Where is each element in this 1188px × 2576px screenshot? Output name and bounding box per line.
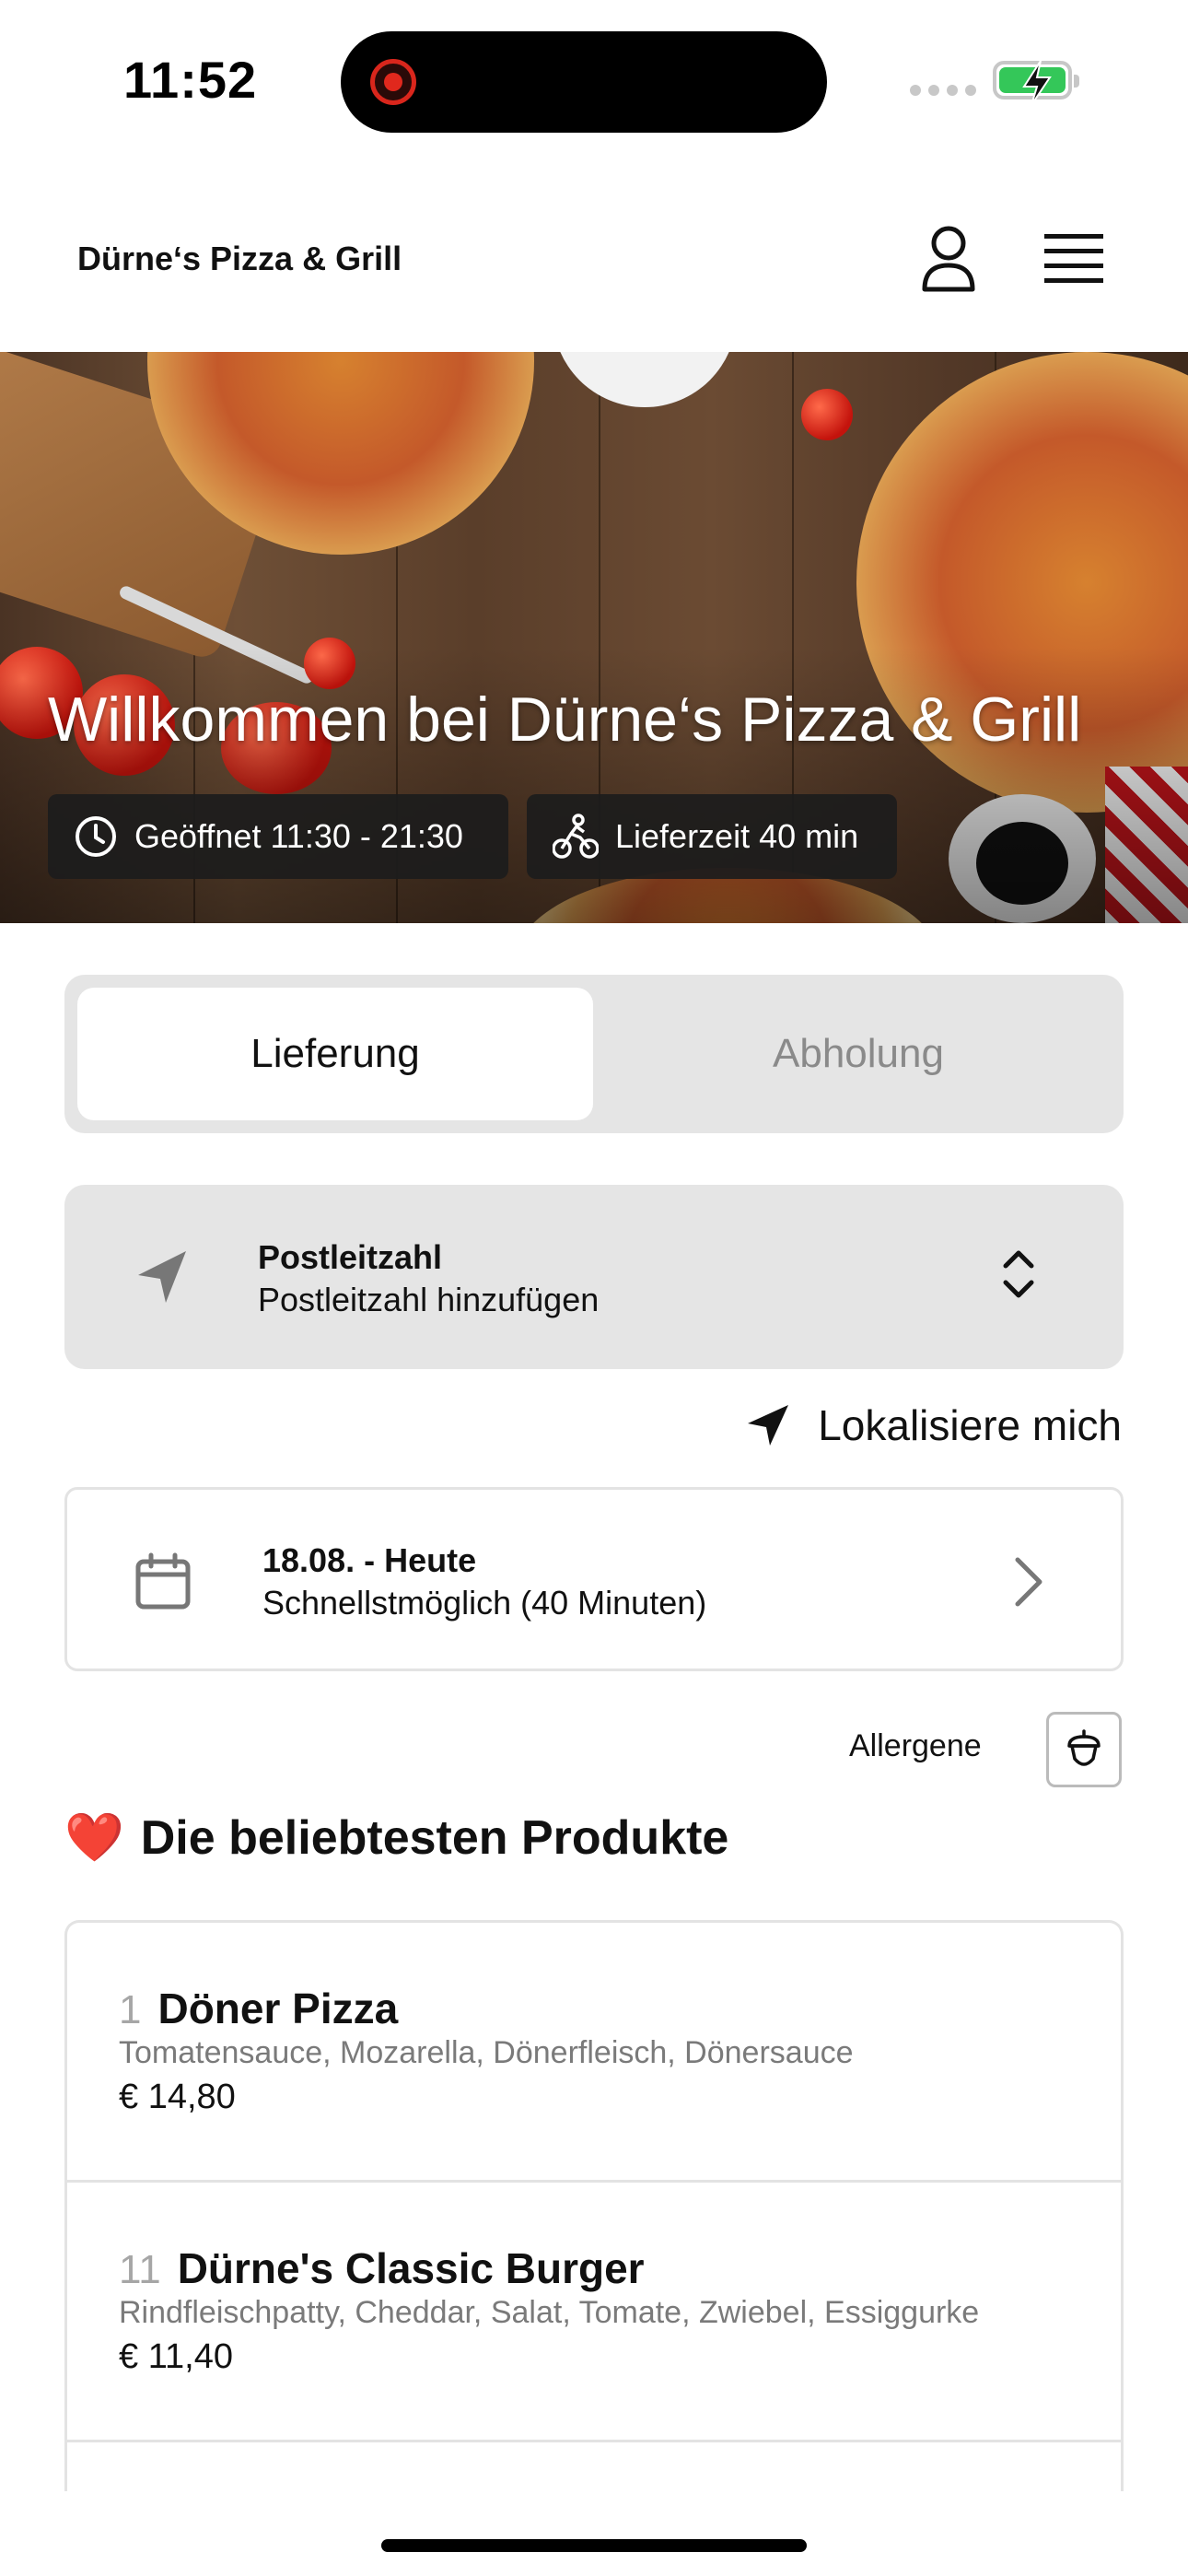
product-description: Tomatensauce, Mozarella, Dönerfleisch, D… <box>119 2035 854 2070</box>
product-price: € 11,40 <box>119 2337 233 2376</box>
product-number: 11 <box>119 2247 161 2292</box>
heart-icon: ❤️ <box>64 1811 124 1865</box>
home-indicator[interactable] <box>381 2539 807 2552</box>
status-bar: 11:52 <box>0 0 1188 157</box>
product-price: € 14,80 <box>119 2078 236 2116</box>
locate-me-button[interactable]: Lokalisiere mich <box>746 1400 1122 1450</box>
postal-code-label: Postleitzahl <box>258 1238 443 1276</box>
chevron-up-down-icon <box>1003 1250 1034 1298</box>
product-name: Döner Pizza <box>157 1985 399 2032</box>
delivery-date: 18.08. - Heute <box>262 1541 477 1579</box>
locate-me-label: Lokalisiere mich <box>818 1401 1122 1449</box>
bicycle-rider-icon <box>553 814 599 859</box>
postal-code-placeholder: Postleitzahl hinzufügen <box>258 1281 600 1318</box>
allergene-button[interactable] <box>1046 1712 1122 1787</box>
recording-indicator-icon <box>370 59 416 105</box>
status-time: 11:52 <box>123 51 258 109</box>
calendar-icon <box>135 1552 191 1610</box>
order-mode-toggle: Lieferung Abholung <box>64 975 1124 1133</box>
opening-hours-badge: Geöffnet 11:30 - 21:30 <box>48 794 508 879</box>
hamburger-menu-icon[interactable] <box>1044 232 1103 284</box>
product-name: Dürne's Classic Burger <box>177 2244 645 2292</box>
product-card[interactable]: 11 Dürne's Classic Burger Rindfleischpat… <box>67 2183 1121 2442</box>
tab-delivery[interactable]: Lieferung <box>77 988 593 1120</box>
delivery-time-selector[interactable]: 18.08. - Heute Schnellstmöglich (40 Minu… <box>64 1487 1124 1671</box>
location-arrow-icon <box>138 1251 186 1303</box>
tab-pickup[interactable]: Abholung <box>606 988 1111 1120</box>
acorn-icon <box>1067 1729 1101 1766</box>
product-description: Rindfleischpatty, Cheddar, Salat, Tomate… <box>119 2295 980 2330</box>
popular-products-heading: ❤️ Die beliebtesten Produkte <box>64 1809 728 1866</box>
product-number: 1 <box>119 1987 142 2032</box>
chevron-right-icon <box>1015 1557 1042 1607</box>
user-account-icon[interactable] <box>919 225 978 293</box>
hero-title: Willkommen bei Dürne‘s Pizza & Grill <box>48 685 1082 755</box>
battery-charging-icon <box>993 60 1079 106</box>
delivery-time-text: Lieferzeit 40 min <box>615 817 859 855</box>
opening-hours-text: Geöffnet 11:30 - 21:30 <box>134 817 463 855</box>
delivery-time-badge: Lieferzeit 40 min <box>527 794 897 879</box>
popular-products-list: 1 Döner Pizza Tomatensauce, Mozarella, D… <box>64 1920 1124 2491</box>
clock-icon <box>76 816 116 857</box>
app-header: Dürne‘s Pizza & Grill <box>0 184 1188 350</box>
delivery-time-option: Schnellstmöglich (40 Minuten) <box>262 1584 707 1622</box>
hero-banner: Willkommen bei Dürne‘s Pizza & Grill Geö… <box>0 352 1188 923</box>
brand-name[interactable]: Dürne‘s Pizza & Grill <box>77 240 402 278</box>
product-card[interactable]: 1 Döner Pizza Tomatensauce, Mozarella, D… <box>67 1923 1121 2183</box>
navigation-arrow-icon <box>748 1405 789 1446</box>
popular-products-title: Die beliebtesten Produkte <box>140 1810 729 1865</box>
postal-code-selector[interactable]: Postleitzahl Postleitzahl hinzufügen <box>64 1185 1124 1369</box>
cellular-signal-icon <box>910 85 976 96</box>
allergene-label: Allergene <box>849 1728 982 1763</box>
dynamic-island <box>341 31 827 133</box>
